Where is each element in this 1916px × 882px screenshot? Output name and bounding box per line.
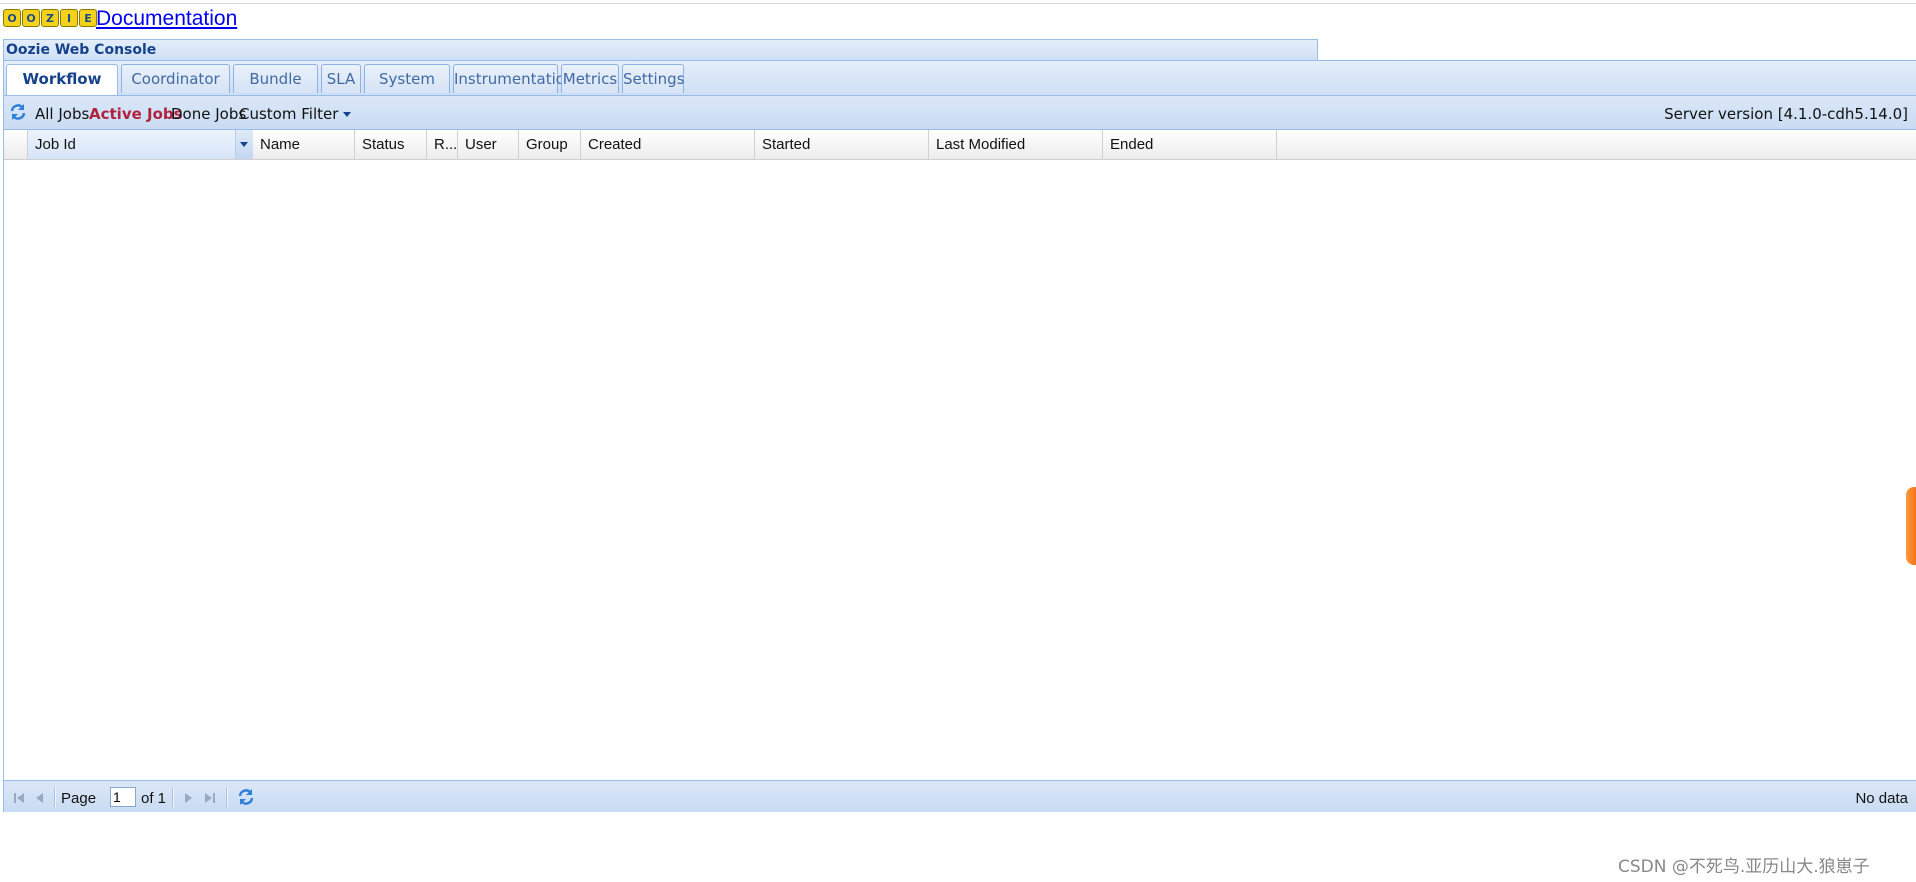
watermark: CSDN @不死鸟.亚历山大.狼崽子 xyxy=(1618,857,1870,877)
page-number-input[interactable] xyxy=(110,787,136,807)
tab-bundle-jobs[interactable]: Bundle Jobs xyxy=(233,64,318,116)
chevron-down-icon xyxy=(240,142,248,147)
custom-filter-label: Custom Filter xyxy=(239,105,339,123)
pager-separator xyxy=(226,788,228,807)
page-count: of 1 xyxy=(141,790,167,807)
refresh-icon[interactable] xyxy=(236,787,256,807)
tab-metrics[interactable]: Metrics xyxy=(561,64,619,93)
paging-toolbar: Page of 1 No data xyxy=(4,780,1916,812)
main-panel: Workflow Jobs Coordinator Jobs Bundle Jo… xyxy=(3,60,1916,812)
console-title: Oozie Web Console xyxy=(3,39,1318,61)
refresh-icon[interactable] xyxy=(8,102,28,122)
column-run[interactable]: R... xyxy=(427,130,458,159)
column-status[interactable]: Status xyxy=(355,130,427,159)
tab-system-info[interactable]: System Info xyxy=(364,64,450,116)
next-page-icon[interactable] xyxy=(181,791,195,805)
column-ended[interactable]: Ended xyxy=(1103,130,1277,159)
row-number-header xyxy=(4,130,28,159)
previous-page-icon[interactable] xyxy=(33,791,47,805)
all-jobs-filter[interactable]: All Jobs xyxy=(35,105,89,123)
column-last-modified[interactable]: Last Modified xyxy=(929,130,1103,159)
server-version: Server version [4.1.0-cdh5.14.0] xyxy=(1664,105,1908,123)
tab-settings[interactable]: Settings xyxy=(622,64,685,93)
top-divider xyxy=(0,3,1916,4)
last-page-icon[interactable] xyxy=(203,791,217,805)
jobs-grid-body xyxy=(4,160,1916,780)
custom-filter-menu[interactable]: Custom Filter xyxy=(239,105,352,123)
page-label: Page xyxy=(61,790,97,807)
column-started[interactable]: Started xyxy=(755,130,929,159)
pager-separator xyxy=(54,788,56,807)
tab-instrumentation[interactable]: Instrumentation xyxy=(453,64,574,93)
paging-status: No data xyxy=(1855,790,1908,807)
pager-separator xyxy=(172,788,174,807)
tab-coordinator-jobs[interactable]: Coordinator Jobs xyxy=(121,64,230,116)
column-menu-button[interactable] xyxy=(235,130,253,159)
tab-strip: Workflow Jobs Coordinator Jobs Bundle Jo… xyxy=(4,61,1916,116)
column-user[interactable]: User xyxy=(458,130,519,159)
logo-letter-o2: O xyxy=(22,9,40,27)
tab-sla[interactable]: SLA xyxy=(321,64,361,93)
grid-header: Job Id Name Status R... User Group Creat… xyxy=(4,130,1916,160)
column-created[interactable]: Created xyxy=(581,130,755,159)
done-jobs-filter[interactable]: Done Jobs xyxy=(171,105,246,123)
side-feedback-handle[interactable] xyxy=(1906,487,1916,565)
first-page-icon[interactable] xyxy=(12,791,26,805)
active-jobs-filter[interactable]: Active Jobs xyxy=(89,105,183,123)
logo-letter-i: I xyxy=(60,9,78,27)
column-group[interactable]: Group xyxy=(519,130,581,159)
chevron-down-icon xyxy=(343,112,352,117)
column-name[interactable]: Name xyxy=(253,130,355,159)
tab-workflow-jobs[interactable]: Workflow Jobs xyxy=(6,64,118,116)
column-job-id[interactable]: Job Id xyxy=(28,130,253,159)
oozie-logo: O O Z I E xyxy=(3,9,97,27)
logo-letter-e: E xyxy=(79,9,97,27)
logo-letter-z: Z xyxy=(41,9,59,27)
logo-letter-o1: O xyxy=(3,9,21,27)
documentation-link[interactable]: Documentation xyxy=(96,7,237,31)
job-filter-toolbar: All Jobs Active Jobs Done Jobs Custom Fi… xyxy=(4,96,1916,130)
